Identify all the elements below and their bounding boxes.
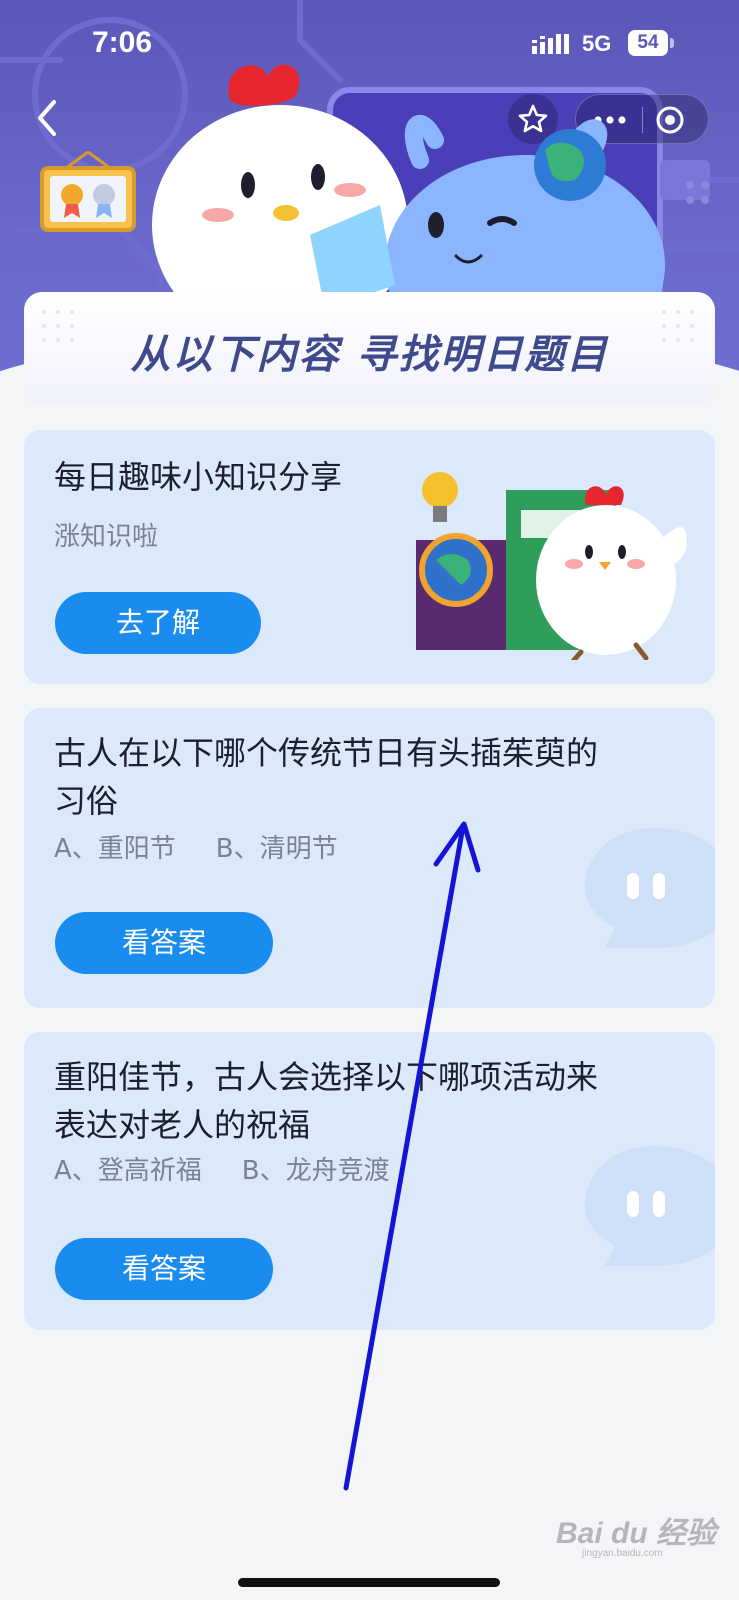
battery-icon: 54	[628, 30, 668, 56]
medal-frame-illustration	[40, 150, 136, 232]
home-indicator[interactable]	[238, 1578, 500, 1587]
chicken-books-illustration	[416, 472, 687, 660]
baidu-watermark: Bai du 经验	[556, 1517, 717, 1550]
battery-tip	[670, 38, 674, 48]
status-time: 7:06	[92, 26, 153, 59]
chat-bubble-decoration-icon	[585, 828, 715, 948]
question-card: 古人在以下哪个传统节日有头插茱萸的 习俗 A、重阳节 B、清明节 看答案	[24, 708, 715, 1008]
question-line-1: 古人在以下哪个传统节日有头插茱萸的	[54, 734, 599, 772]
options-row: A、登高祈福 B、龙舟竞渡	[54, 1150, 430, 1187]
learn-more-button[interactable]: 去了解	[55, 592, 261, 654]
question-line-2: 表达对老人的祝福	[54, 1106, 311, 1144]
view-answer-button[interactable]: 看答案	[55, 912, 273, 974]
question-line-1: 重阳佳节，古人会选择以下哪项活动来	[54, 1058, 599, 1096]
mascot-illustration	[152, 64, 665, 305]
card-title: 每日趣味小知识分享	[54, 458, 343, 496]
signal-icon	[532, 34, 569, 54]
option-a: A、重阳节	[54, 834, 176, 864]
view-answer-button[interactable]: 看答案	[55, 1238, 273, 1300]
section-banner: 从以下内容 寻找明日题目	[24, 292, 715, 404]
option-b: B、龙舟竞渡	[241, 1156, 390, 1186]
question-line-2: 习俗	[54, 782, 119, 820]
option-b: B、清明节	[215, 834, 338, 864]
watermark-url: jingyan.baidu.com	[582, 1548, 663, 1559]
banner-title: 从以下内容 寻找明日题目	[130, 332, 609, 378]
network-label: 5G	[582, 31, 612, 56]
daily-knowledge-card[interactable]: 每日趣味小知识分享 涨知识啦 去了解	[24, 430, 715, 684]
option-a: A、登高祈福	[54, 1156, 202, 1186]
question-card: 重阳佳节，古人会选择以下哪项活动来 表达对老人的祝福 A、登高祈福 B、龙舟竞渡 …	[24, 1032, 715, 1330]
card-subtitle: 涨知识啦	[54, 522, 159, 552]
chat-bubble-decoration-icon	[585, 1146, 715, 1266]
back-arrow-icon[interactable]	[28, 96, 68, 140]
options-row: A、重阳节 B、清明节	[54, 828, 378, 865]
